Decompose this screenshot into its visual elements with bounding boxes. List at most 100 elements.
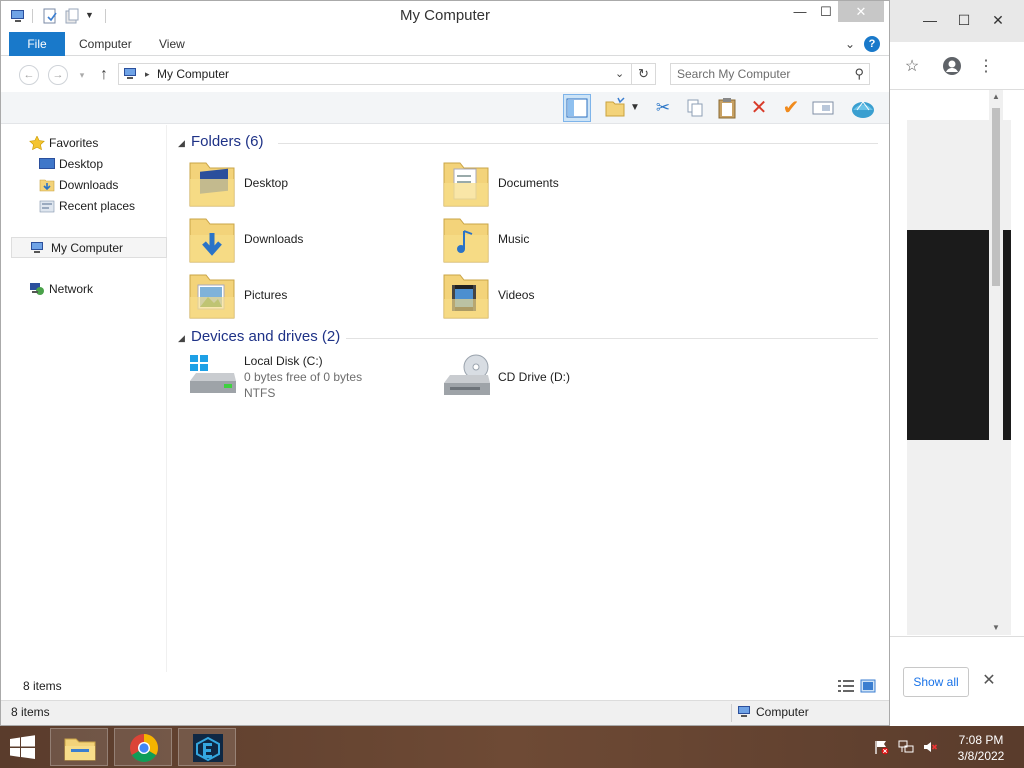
checkmark-icon[interactable]: ✔ bbox=[777, 94, 805, 122]
downloads-bar: Show all ✕ bbox=[885, 636, 1024, 726]
large-icons-view-icon[interactable] bbox=[860, 679, 876, 693]
item-label: Documents bbox=[498, 176, 559, 190]
help-icon[interactable]: ? bbox=[864, 36, 880, 52]
nav-item-my-computer[interactable]: My Computer bbox=[11, 237, 167, 258]
chrome-icon[interactable] bbox=[114, 728, 172, 766]
drive-item-local-disk[interactable]: Local Disk (C:) 0 bytes free of 0 bytes … bbox=[188, 353, 428, 405]
nav-item-label: Recent places bbox=[59, 199, 136, 213]
scrollbar-thumb[interactable] bbox=[992, 108, 1000, 286]
browser-maximize-button[interactable]: ☐ bbox=[949, 10, 979, 30]
recent-locations-icon[interactable]: ▾ bbox=[75, 65, 89, 85]
cut-icon[interactable]: ✂ bbox=[649, 94, 677, 122]
up-button[interactable]: ↑ bbox=[96, 65, 112, 85]
group-header-folders[interactable]: ◢ Folders (6) bbox=[178, 133, 878, 153]
folder-item-videos[interactable]: Videos bbox=[442, 271, 682, 323]
nav-item-label: Desktop bbox=[59, 157, 104, 171]
group-divider bbox=[346, 338, 878, 339]
item-label: Pictures bbox=[244, 288, 288, 302]
rename-icon[interactable] bbox=[809, 94, 837, 122]
folder-item-desktop[interactable]: Desktop bbox=[188, 159, 428, 211]
browser-minimize-button[interactable]: — bbox=[915, 10, 945, 30]
drive-name: CD Drive (D:) bbox=[498, 370, 570, 384]
search-box[interactable]: ⚲ bbox=[670, 63, 870, 85]
delete-icon[interactable]: ✕ bbox=[745, 94, 773, 122]
scroll-up-icon[interactable]: ▲ bbox=[989, 90, 1003, 104]
item-label: Videos bbox=[498, 288, 535, 302]
clock-date: 3/8/2022 bbox=[957, 749, 1005, 763]
downloads-folder-icon bbox=[188, 215, 236, 265]
drive-filesystem: NTFS bbox=[244, 386, 276, 400]
address-bar[interactable]: ▸ My Computer ⌄ bbox=[118, 63, 632, 85]
file-explorer-icon[interactable] bbox=[50, 728, 108, 766]
breadcrumb[interactable]: My Computer bbox=[157, 67, 229, 81]
back-button[interactable]: ← bbox=[19, 65, 39, 85]
taskbar: 7:08 PM 3/8/2022 bbox=[0, 726, 1024, 768]
group-title: Devices and drives (2) bbox=[191, 328, 341, 345]
breadcrumb-separator-icon[interactable]: ▸ bbox=[145, 66, 150, 82]
search-icon[interactable]: ⚲ bbox=[854, 66, 864, 82]
star-icon bbox=[29, 135, 45, 151]
group-header-drives[interactable]: ◢ Devices and drives (2) bbox=[178, 328, 878, 348]
layout-pane-icon[interactable] bbox=[563, 94, 591, 122]
computer-icon bbox=[30, 241, 46, 255]
app-icon[interactable] bbox=[178, 728, 236, 766]
ribbon-tabs: File Computer View ⌄ ? bbox=[1, 32, 889, 56]
browser-close-button[interactable]: ✕ bbox=[983, 10, 1013, 30]
account-icon[interactable] bbox=[941, 56, 963, 78]
recent-places-icon bbox=[39, 199, 55, 213]
tab-computer[interactable]: Computer bbox=[65, 32, 146, 56]
details-view-icon[interactable] bbox=[838, 679, 854, 693]
volume-muted-icon[interactable] bbox=[921, 739, 939, 757]
navigation-pane: Favorites Desktop Downloads Recent place… bbox=[1, 125, 167, 672]
downloads-close-icon[interactable]: ✕ bbox=[979, 671, 999, 691]
downloads-folder-icon bbox=[39, 178, 55, 192]
collapse-icon[interactable]: ◢ bbox=[178, 138, 185, 149]
desktop-icon bbox=[39, 157, 55, 171]
scroll-down-icon[interactable]: ▼ bbox=[989, 621, 1003, 635]
folder-item-music[interactable]: Music bbox=[442, 215, 682, 267]
clock-time: 7:08 PM bbox=[958, 733, 1004, 747]
network-icon bbox=[29, 282, 45, 296]
drive-item-cd-drive[interactable]: CD Drive (D:) bbox=[442, 353, 682, 405]
tab-view[interactable]: View bbox=[145, 32, 199, 56]
collapse-icon[interactable]: ◢ bbox=[178, 333, 185, 344]
windows-start-icon[interactable] bbox=[8, 735, 38, 759]
address-dropdown-icon[interactable]: ⌄ bbox=[615, 66, 624, 82]
folder-item-pictures[interactable]: Pictures bbox=[188, 271, 428, 323]
nav-favorites-label: Favorites bbox=[49, 136, 99, 150]
nav-item-label: Downloads bbox=[59, 178, 119, 192]
dropdown-arrow-icon[interactable]: ▼ bbox=[627, 94, 643, 122]
item-label: Downloads bbox=[244, 232, 304, 246]
item-count: 8 items bbox=[23, 679, 62, 693]
copy-icon[interactable] bbox=[681, 94, 709, 122]
group-divider bbox=[278, 143, 878, 144]
star-icon[interactable]: ☆ bbox=[901, 56, 923, 78]
paste-icon[interactable] bbox=[713, 94, 741, 122]
network-icon[interactable] bbox=[897, 739, 915, 757]
drive-free-space: 0 bytes free of 0 bytes bbox=[244, 370, 363, 384]
folder-item-downloads[interactable]: Downloads bbox=[188, 215, 428, 267]
flag-icon[interactable] bbox=[872, 739, 890, 757]
status-divider bbox=[731, 704, 732, 722]
command-bar: ▼ ✂ ✕ ✔ bbox=[1, 92, 889, 124]
pictures-folder-icon bbox=[188, 271, 236, 321]
search-input[interactable] bbox=[677, 66, 845, 82]
close-button[interactable]: ✕ bbox=[838, 1, 884, 22]
folder-item-documents[interactable]: Documents bbox=[442, 159, 682, 211]
item-label: Music bbox=[498, 232, 530, 246]
new-folder-icon[interactable] bbox=[601, 94, 629, 122]
status-item-count: 8 items bbox=[11, 705, 50, 719]
forward-button[interactable]: → bbox=[48, 65, 68, 85]
menu-icon[interactable]: ⋮ bbox=[975, 56, 997, 78]
content-pane: ◢ Folders (6) Desktop Documents Download… bbox=[168, 125, 886, 672]
ribbon-expand-icon[interactable]: ⌄ bbox=[842, 36, 858, 52]
details-status-bar: 8 items bbox=[1, 672, 889, 700]
explorer-window: ▼ My Computer — ☐ ✕ File Computer View ⌄… bbox=[0, 0, 890, 726]
browser-scrollbar[interactable]: ▲ ▼ bbox=[989, 90, 1003, 635]
documents-folder-icon bbox=[442, 159, 490, 209]
system-clock[interactable]: 7:08 PM 3/8/2022 bbox=[946, 732, 1016, 764]
show-all-button[interactable]: Show all bbox=[903, 667, 969, 697]
tab-file[interactable]: File bbox=[9, 32, 65, 56]
shell-icon[interactable] bbox=[849, 94, 877, 122]
refresh-button[interactable]: ↻ bbox=[632, 63, 656, 85]
